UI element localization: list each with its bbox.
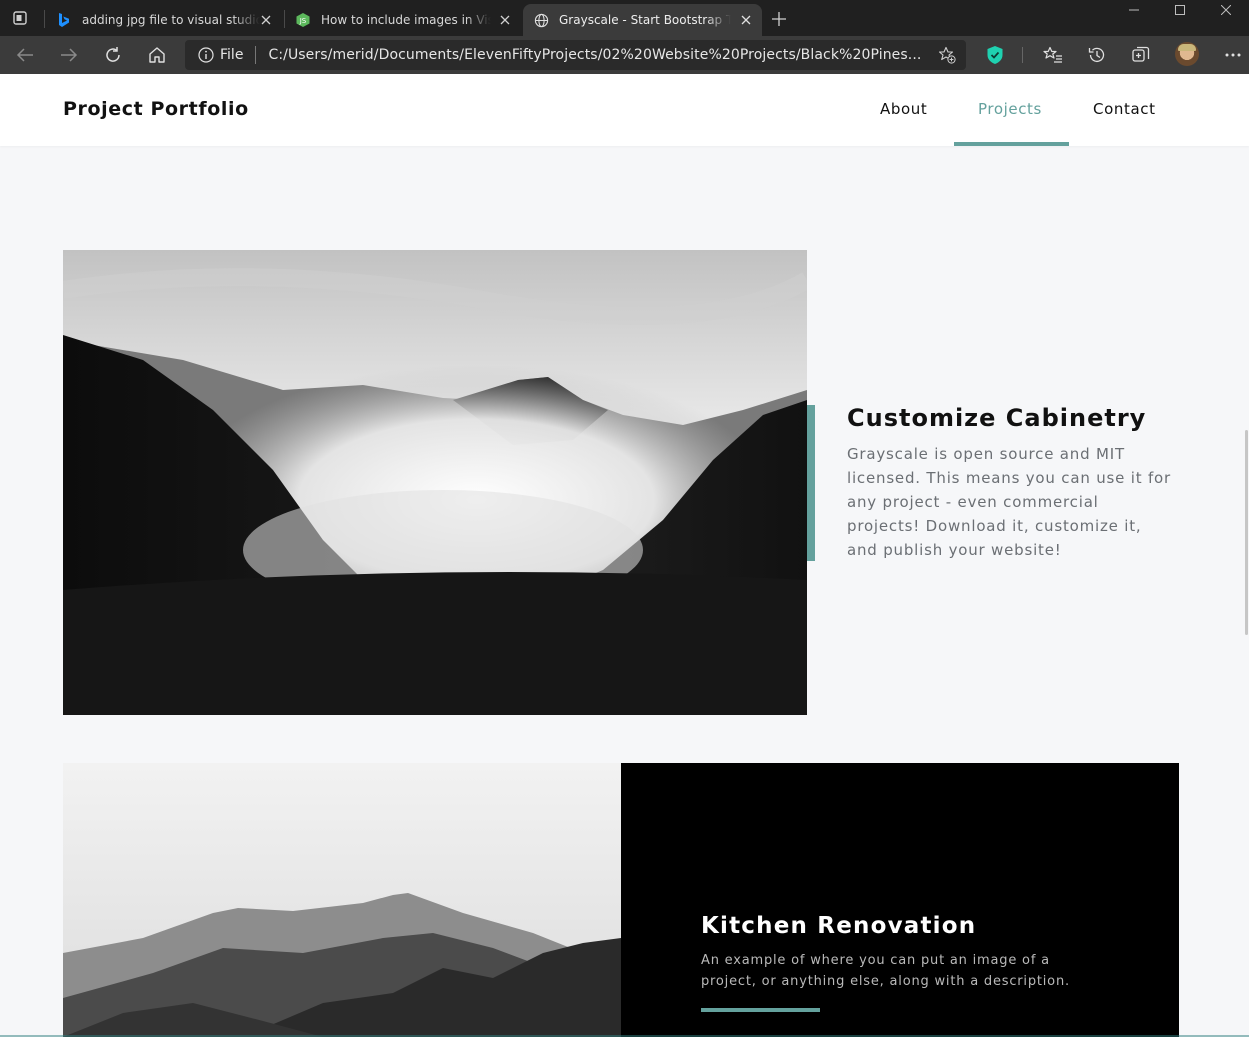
web-page: Project Portfolio About Projects Contact: [0, 74, 1249, 1037]
toolbar-separator: [1022, 47, 1023, 63]
close-icon: [1221, 5, 1231, 15]
tab-grayscale[interactable]: Grayscale - Start Bootstrap Theme: [523, 4, 762, 36]
refresh-button[interactable]: [100, 43, 126, 67]
nav-contact[interactable]: Contact: [1093, 100, 1156, 118]
tab-title: adding jpg file to visual studio code: [82, 13, 260, 27]
new-tab-button[interactable]: [768, 8, 790, 30]
browser-toolbar: File C:/Users/merid/Documents/ElevenFift…: [0, 36, 1249, 74]
tab-separator: [44, 10, 45, 28]
back-button[interactable]: [12, 43, 38, 67]
address-divider: [255, 46, 257, 64]
project-description: An example of where you can put an image…: [701, 953, 1070, 989]
home-icon: [149, 47, 165, 63]
home-button[interactable]: [144, 43, 170, 67]
add-favorite-icon[interactable]: [938, 46, 956, 64]
tab-title: How to include images in Visual Studio C…: [321, 13, 491, 27]
shield-icon: [987, 46, 1003, 64]
featured-title: Customize Cabinetry: [847, 404, 1147, 432]
settings-menu-button[interactable]: [1220, 43, 1246, 67]
script-icon: JS: [295, 12, 311, 28]
tab-actions-icon[interactable]: [12, 10, 28, 26]
window-controls: [1111, 0, 1249, 20]
collections-icon: [1132, 46, 1150, 62]
history-icon: [1088, 47, 1105, 63]
info-icon[interactable]: [198, 47, 214, 63]
tab-adding-jpg[interactable]: adding jpg file to visual studio code: [48, 4, 282, 36]
tab-include-images[interactable]: JS How to include images in Visual Studi…: [287, 4, 521, 36]
arrow-left-icon: [16, 48, 33, 62]
minimize-icon: [1129, 9, 1139, 11]
collections-button[interactable]: [1128, 43, 1154, 67]
nav-about[interactable]: About: [880, 100, 927, 118]
browser-tab-bar: adding jpg file to visual studio code JS…: [0, 0, 1249, 36]
refresh-icon: [106, 47, 120, 62]
close-window-button[interactable]: [1203, 0, 1249, 20]
arrow-right-icon: [61, 48, 78, 62]
maximize-button[interactable]: [1157, 0, 1203, 20]
project-panel: Kitchen Renovation An example of where y…: [621, 763, 1179, 1037]
close-tab-icon[interactable]: [497, 12, 513, 28]
favorites-icon: [1043, 46, 1062, 63]
tab-title: Grayscale - Start Bootstrap Theme: [559, 13, 731, 27]
featured-accent-bar: [807, 405, 815, 561]
url-scheme-label: File: [220, 47, 244, 63]
globe-icon: [533, 12, 549, 28]
close-tab-icon[interactable]: [738, 12, 754, 28]
featured-project-image: [63, 250, 807, 715]
svg-text:JS: JS: [299, 17, 307, 25]
project-image: [63, 763, 621, 1037]
nav-projects[interactable]: Projects: [978, 100, 1042, 118]
history-button[interactable]: [1084, 43, 1110, 67]
featured-description: Grayscale is open source and MIT license…: [847, 445, 1171, 559]
profile-avatar[interactable]: [1175, 42, 1199, 66]
extension-shield-button[interactable]: [982, 43, 1008, 67]
project-accent-bar: [701, 1008, 820, 1012]
plus-icon: [772, 12, 786, 26]
site-brand[interactable]: Project Portfolio: [63, 98, 249, 120]
bing-icon: [56, 12, 72, 28]
close-tab-icon[interactable]: [258, 12, 274, 28]
forward-button[interactable]: [56, 43, 82, 67]
tab-separator: [284, 10, 285, 28]
minimize-button[interactable]: [1111, 0, 1157, 20]
maximize-icon: [1175, 5, 1185, 15]
page-scrollbar[interactable]: [1245, 430, 1248, 635]
address-bar[interactable]: File C:/Users/merid/Documents/ElevenFift…: [185, 40, 966, 70]
site-navbar: Project Portfolio About Projects Contact: [0, 74, 1249, 146]
more-icon: [1225, 53, 1241, 57]
project-title: Kitchen Renovation: [701, 913, 977, 939]
url-text[interactable]: C:/Users/merid/Documents/ElevenFiftyProj…: [268, 47, 928, 63]
nav-active-indicator: [954, 142, 1069, 146]
favorites-button[interactable]: [1040, 43, 1066, 67]
